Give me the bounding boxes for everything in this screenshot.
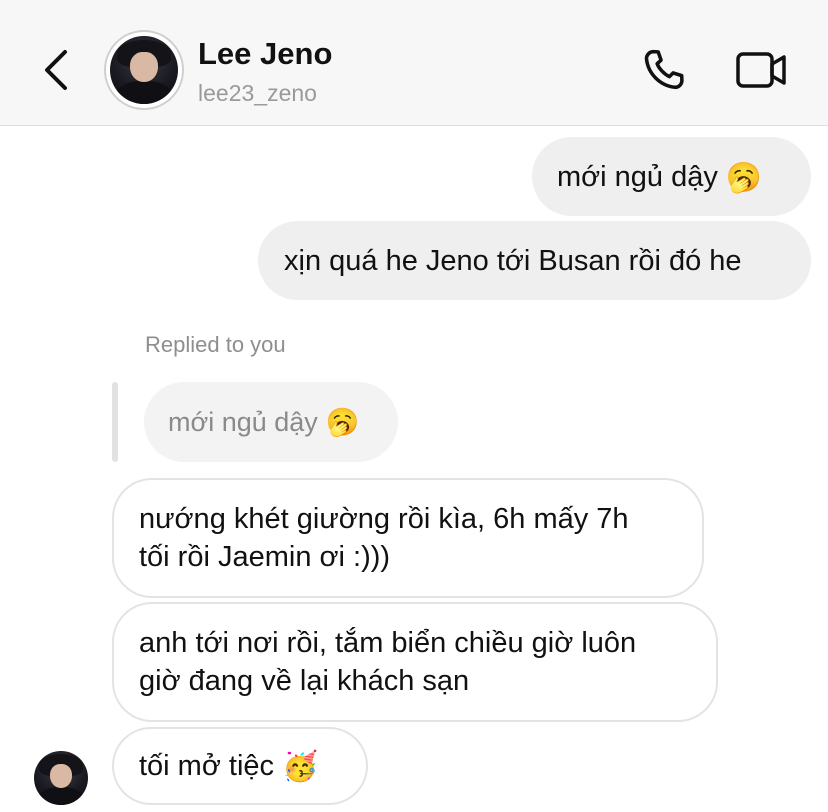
back-button[interactable] [38, 48, 74, 92]
message-text: mới ngủ dậy [168, 406, 318, 437]
message-text-line: tối rồi Jaemin ơi :))) [139, 541, 391, 573]
yawning-face-emoji: 🥱 [725, 159, 762, 194]
message-received[interactable]: nướng khét giường rồi kìa, 6h mấy 7h tối… [112, 478, 704, 598]
chevron-left-icon [45, 50, 67, 90]
replied-message[interactable]: mới ngủ dậy 🥱 [144, 382, 398, 462]
message-text: xịn quá he Jeno tới Busan rồi đó he [284, 244, 742, 277]
message-received[interactable]: anh tới nơi rồi, tắm biển chiều giờ luôn… [112, 602, 718, 722]
message-sent[interactable]: mới ngủ dậy 🥱 [532, 137, 811, 216]
message-text: mới ngủ dậy [557, 160, 718, 193]
message-received[interactable]: tối mở tiệc 🥳 [112, 727, 368, 805]
message-text-line: giờ đang về lại khách sạn [139, 665, 470, 697]
call-button[interactable] [636, 44, 692, 96]
avatar-image [110, 36, 178, 104]
phone-icon [644, 49, 684, 90]
message-sent[interactable]: xịn quá he Jeno tới Busan rồi đó he [258, 221, 811, 300]
chat-header: Lee Jeno lee23_zeno [0, 0, 828, 126]
contact-username[interactable]: lee23_zeno [198, 80, 317, 107]
reply-indicator-bar [112, 382, 118, 462]
party-face-emoji: 🥳 [282, 749, 319, 783]
video-camera-icon [736, 52, 786, 88]
message-text: tối mở tiệc [139, 750, 275, 782]
profile-avatar[interactable] [104, 30, 184, 110]
message-text-line: nướng khét giường rồi kìa, 6h mấy 7h [139, 503, 629, 535]
replied-label: Replied to you [145, 332, 286, 357]
message-text-line: anh tới nơi rồi, tắm biển chiều giờ luôn [139, 627, 637, 659]
contact-name[interactable]: Lee Jeno [198, 36, 332, 72]
yawning-face-emoji: 🥱 [325, 407, 360, 438]
video-call-button[interactable] [734, 44, 790, 96]
sender-avatar[interactable] [34, 751, 88, 805]
